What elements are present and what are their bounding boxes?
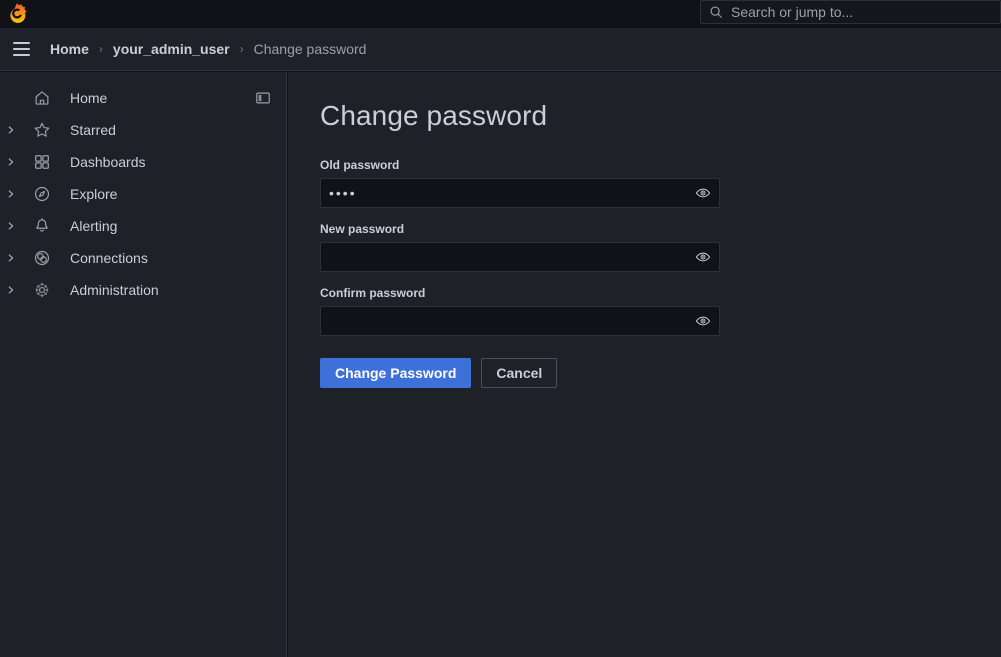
search-placeholder-text: Search or jump to... (731, 4, 854, 20)
chevron-right-icon[interactable] (0, 125, 22, 135)
breadcrumb-item-home[interactable]: Home (48, 41, 91, 57)
connections-icon (33, 249, 51, 267)
star-icon (33, 121, 51, 139)
field-label: Old password (320, 158, 400, 172)
cancel-button[interactable]: Cancel (481, 358, 558, 388)
search-icon (709, 5, 723, 19)
chevron-right-icon[interactable] (0, 221, 22, 231)
dock-menu-icon[interactable] (254, 89, 272, 107)
eye-icon[interactable] (687, 179, 719, 207)
confirm-password-input[interactable] (321, 307, 719, 335)
breadcrumb-item-current: Change password (253, 41, 367, 57)
field-new-password: New password (320, 222, 969, 272)
breadcrumb-item-user[interactable]: your_admin_user (111, 41, 232, 57)
sidebar-item-administration[interactable]: Administration (0, 274, 286, 306)
sidebar-item-label: Starred (70, 122, 116, 138)
sidebar-item-connections[interactable]: Connections (0, 242, 286, 274)
sidebar-item-explore[interactable]: Explore (0, 178, 286, 210)
field-label: New password (320, 222, 405, 236)
field-label: Confirm password (320, 286, 426, 300)
search-input[interactable]: Search or jump to... (700, 0, 1001, 24)
sidebar-item-label: Dashboards (70, 154, 146, 170)
sidebar-item-starred[interactable]: Starred (0, 114, 286, 146)
compass-icon (33, 185, 51, 203)
dashboards-grid-icon (33, 153, 51, 171)
confirm-password-input-wrapper[interactable] (320, 306, 720, 336)
sidebar-item-label: Administration (70, 282, 159, 298)
gear-icon (33, 281, 51, 299)
page-title: Change password (320, 100, 548, 131)
breadcrumb-separator: › (98, 42, 103, 56)
breadcrumb-separator: › (239, 42, 244, 56)
sidebar-item-home[interactable]: Home (0, 82, 286, 114)
change-password-button[interactable]: Change Password (320, 358, 472, 388)
old-password-input-wrapper[interactable] (320, 178, 720, 208)
bell-icon (33, 217, 51, 235)
sidebar-item-label: Alerting (70, 218, 118, 234)
form-actions: Change Password Cancel (320, 358, 969, 388)
chevron-right-icon[interactable] (0, 285, 22, 295)
chevron-right-icon[interactable] (0, 253, 22, 263)
hamburger-menu-icon[interactable] (8, 36, 34, 62)
sidebar-item-label: Connections (70, 250, 148, 266)
chevron-right-icon[interactable] (0, 189, 22, 199)
hamburger-line (12, 48, 30, 50)
grafana-logo-icon[interactable] (5, 2, 29, 26)
top-bar: Search or jump to... (0, 0, 1001, 28)
eye-icon[interactable] (687, 307, 719, 335)
main-content: Change password Old password New passwor… (288, 72, 1001, 657)
eye-icon[interactable] (687, 243, 719, 271)
sidebar-item-label: Home (70, 90, 108, 106)
new-password-input[interactable] (321, 243, 719, 271)
chevron-right-icon[interactable] (0, 157, 22, 167)
field-confirm-password: Confirm password (320, 286, 969, 336)
breadcrumb-bar: Home › your_admin_user › Change password (0, 28, 1001, 71)
field-old-password: Old password (320, 158, 969, 208)
sidebar-item-alerting[interactable]: Alerting (0, 210, 286, 242)
hamburger-line (12, 54, 30, 56)
hamburger-line (12, 42, 30, 44)
new-password-input-wrapper[interactable] (320, 242, 720, 272)
sidebar-item-dashboards[interactable]: Dashboards (0, 146, 286, 178)
sidebar-nav: Home Starred Dashboards Explore Alerting… (0, 72, 287, 657)
breadcrumb: Home › your_admin_user › Change password (48, 41, 368, 57)
home-icon (33, 89, 51, 107)
old-password-input[interactable] (321, 179, 719, 207)
sidebar-item-label: Explore (70, 186, 118, 202)
